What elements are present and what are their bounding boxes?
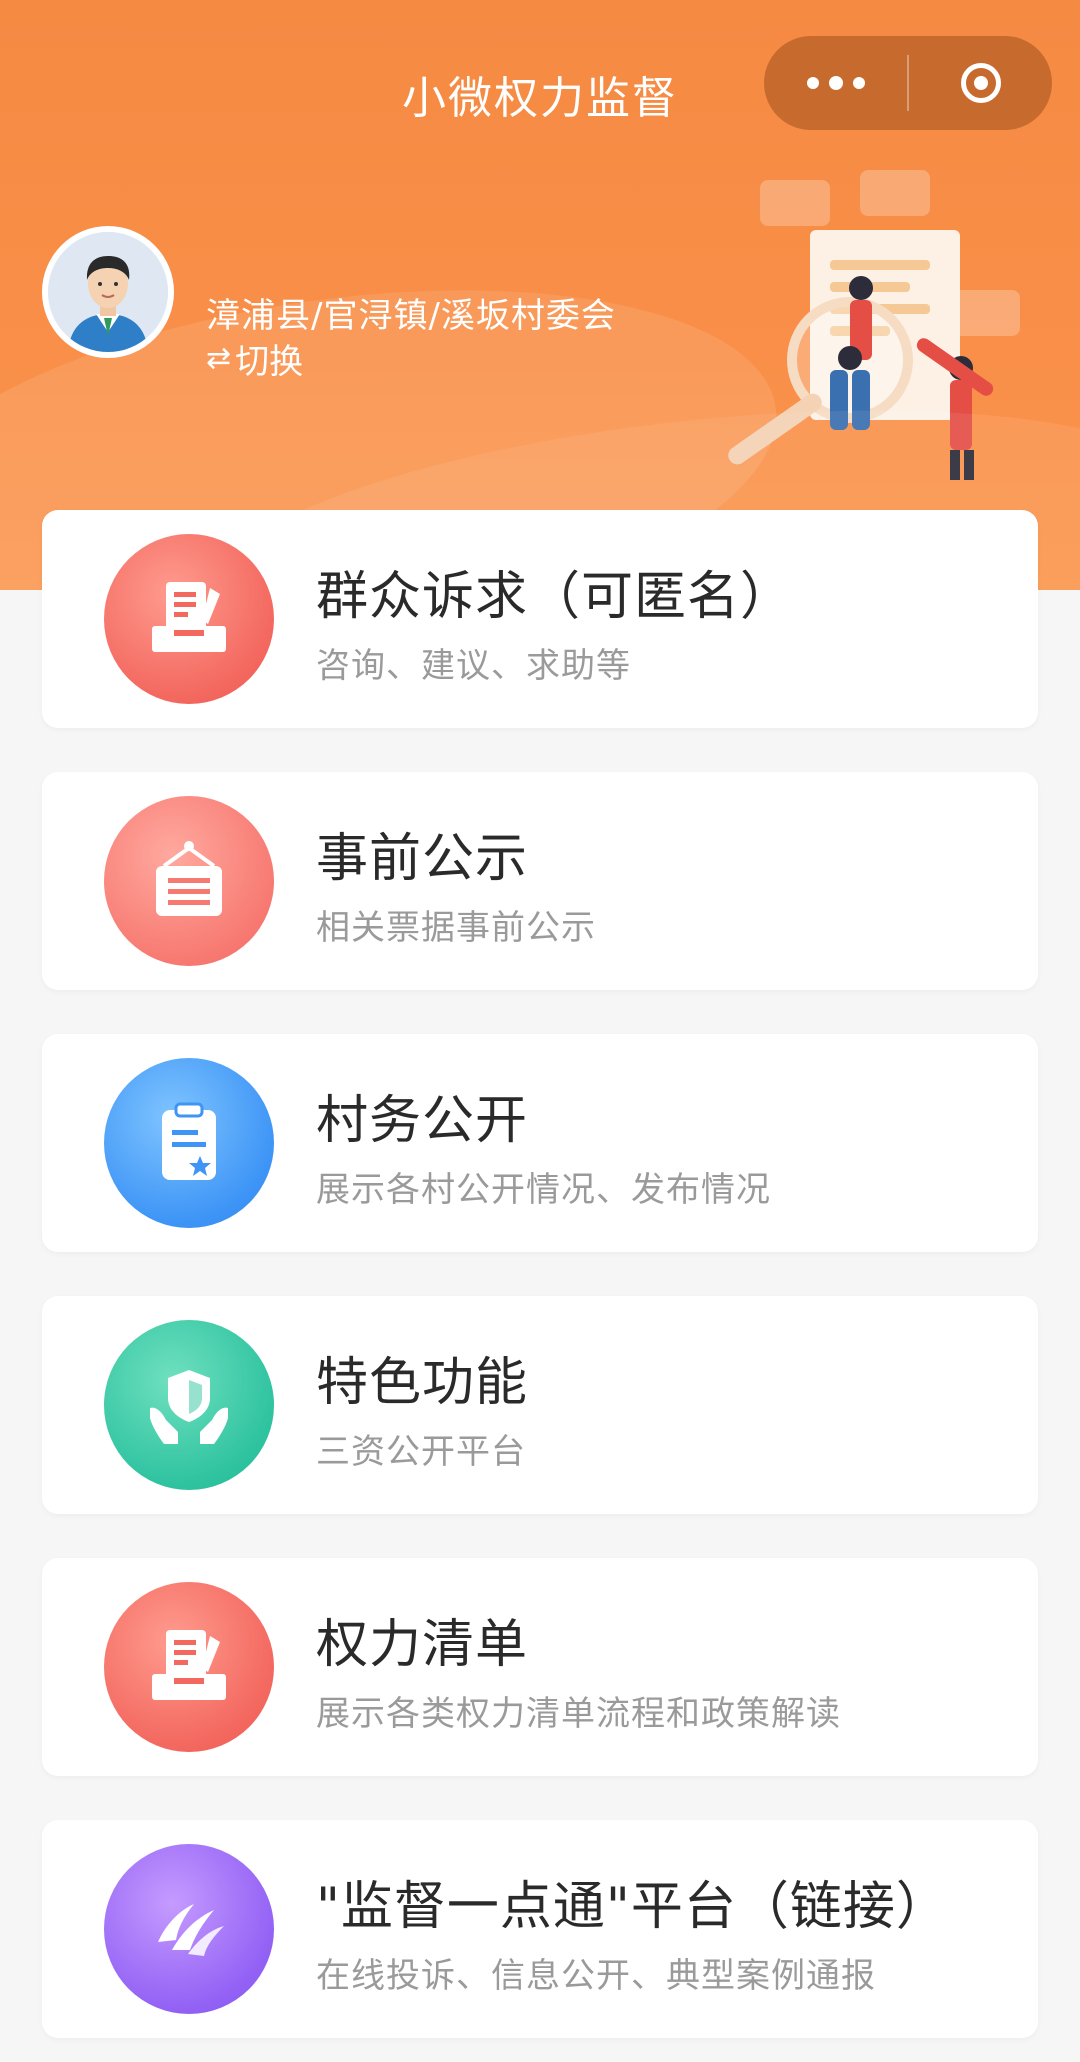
card-title: 权力清单 <box>316 1615 529 1675</box>
card-village-affairs[interactable]: 村务公开 展示各村公开情况、发布情况 <box>42 1034 1038 1252</box>
card-title: 村务公开 <box>316 1091 529 1151</box>
swap-arrows-icon: ⇄ <box>206 341 232 376</box>
form-tray-icon <box>104 534 274 704</box>
card-supervision-platform[interactable]: "监督一点通"平台（链接） 在线投诉、信息公开、典型案例通报 <box>42 1820 1038 2038</box>
card-subtitle: 展示各类权力清单流程和政策解读 <box>316 1694 841 1734</box>
header-banner: 小微权力监督 漳浦县/官浔镇/溪坂村委会 ⇄ 切换 <box>0 0 1080 590</box>
form-tray-icon <box>104 1582 274 1752</box>
switch-label: 切换 <box>235 342 304 382</box>
more-dots-icon[interactable] <box>764 36 907 130</box>
card-title: 特色功能 <box>316 1353 529 1413</box>
hands-shield-icon <box>104 1320 274 1490</box>
card-subtitle: 在线投诉、信息公开、典型案例通报 <box>316 1956 876 1996</box>
supervision-illustration <box>700 170 1030 490</box>
card-public-appeal[interactable]: 群众诉求（可匿名） 咨询、建议、求助等 <box>42 510 1038 728</box>
avatar[interactable] <box>42 226 174 358</box>
mini-program-capsule <box>764 36 1052 130</box>
switch-button[interactable]: ⇄ 切换 <box>206 334 303 383</box>
card-title: "监督一点通"平台（链接） <box>316 1877 949 1937</box>
page: 小微权力监督 漳浦县/官浔镇/溪坂村委会 ⇄ 切换 群众诉求（可匿名） 咨询、建… <box>0 0 1080 2062</box>
card-subtitle: 咨询、建议、求助等 <box>316 646 631 686</box>
card-prior-notice[interactable]: 事前公示 相关票据事前公示 <box>42 772 1038 990</box>
location-text: 漳浦县/官浔镇/溪坂村委会 <box>206 296 616 336</box>
card-title: 群众诉求（可匿名） <box>316 567 794 627</box>
hanging-sign-icon <box>104 796 274 966</box>
card-subtitle: 相关票据事前公示 <box>316 908 596 948</box>
platform-logo-icon <box>104 1844 274 2014</box>
target-icon[interactable] <box>909 36 1052 130</box>
card-subtitle: 展示各村公开情况、发布情况 <box>316 1170 771 1210</box>
card-power-list[interactable]: 权力清单 展示各类权力清单流程和政策解读 <box>42 1558 1038 1776</box>
clipboard-star-icon <box>104 1058 274 1228</box>
card-title: 事前公示 <box>316 829 529 889</box>
card-subtitle: 三资公开平台 <box>316 1432 526 1472</box>
card-special-features[interactable]: 特色功能 三资公开平台 <box>42 1296 1038 1514</box>
